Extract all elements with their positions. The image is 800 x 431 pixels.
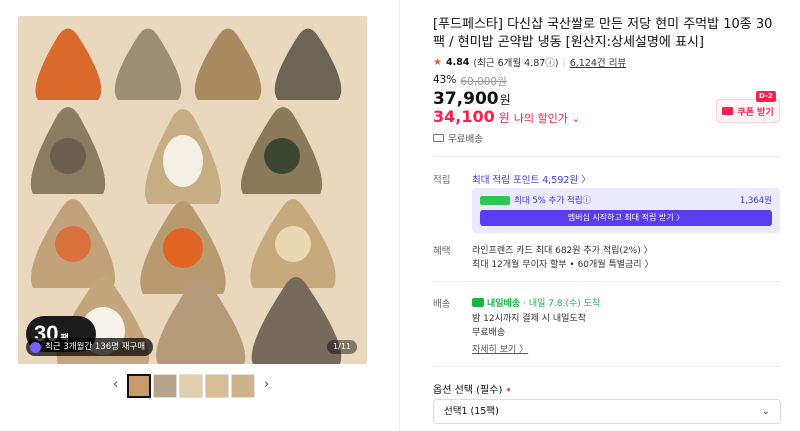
rice-ball	[114, 28, 182, 100]
rice-balls-photo	[30, 28, 342, 364]
rice-ball-filling	[163, 228, 203, 268]
discount-percent: 43%	[433, 74, 457, 86]
coupon-label: 쿠폰 받기	[737, 107, 774, 118]
option-label: 옵션 선택 (필수) •	[433, 385, 512, 396]
sale-price: 37,900원	[433, 89, 511, 109]
delivery-cutoff: 밤 12시까지 결제 시 내일도착	[472, 314, 586, 324]
thumbnail-4[interactable]	[205, 374, 229, 398]
delivery-fee: 무료배송	[472, 328, 506, 338]
review-count-link[interactable]: 6,124건 리뷰	[570, 55, 626, 69]
coupon-icon	[722, 107, 734, 115]
membership-amount: 1,364원	[739, 196, 772, 206]
membership-box: 최대 5% 추가 적립ⓘ 1,364원 멤버십 시작하고 최대 적립 받기 〉	[472, 188, 780, 233]
card-benefit-link[interactable]: 라인프렌즈 카드 최대 682원 추가 적립(2%) 〉	[472, 243, 653, 256]
rating-separator: |	[562, 56, 566, 68]
rice-ball-filling	[50, 138, 86, 174]
free-shipping-text: 무료배송	[448, 134, 483, 145]
divider	[433, 156, 781, 157]
rice-ball-filling	[264, 138, 300, 174]
divider	[433, 366, 781, 367]
benefits-label: 혜택	[433, 246, 451, 257]
repurchase-text: 최근 3개월간 136명 재구매	[45, 342, 146, 352]
my-price-value: 34,100	[433, 107, 495, 126]
divider	[433, 281, 781, 282]
rice-ball-filling	[163, 135, 203, 187]
product-main-image[interactable]: 30팩 최근 3개월간 136명 재구매 1/11	[18, 16, 367, 364]
column-divider	[399, 0, 400, 431]
rice-ball	[274, 28, 342, 100]
rating-recent[interactable]: (최근 6개월 4.87ⓘ)	[473, 55, 558, 69]
membership-extra: 최대 5% 추가 적립ⓘ	[514, 196, 592, 206]
option-select[interactable]: 선택1 (15팩) ⌄	[433, 399, 781, 424]
chevron-left-icon[interactable]: ‹	[113, 377, 118, 392]
image-counter: 1/11	[327, 340, 357, 354]
tomorrow-delivery-badge: 내일배송 · 내일 7.8.(수) 도착	[472, 296, 600, 309]
rating-row: ★ 4.84 (최근 6개월 4.87ⓘ) | 6,124건 리뷰	[433, 55, 626, 70]
star-icon: ★	[433, 56, 442, 68]
discount-row: 43% 60,000원	[433, 74, 507, 89]
original-price: 60,000원	[460, 76, 507, 88]
coupon-dday-badge: D-2	[756, 91, 776, 102]
rice-ball	[194, 28, 262, 100]
membership-row: 최대 5% 추가 적립ⓘ 1,364원	[480, 194, 772, 206]
naver-membership-icon	[480, 196, 510, 205]
free-shipping-summary: 무료배송	[433, 131, 483, 145]
thumbnail-2[interactable]	[153, 374, 177, 398]
rating-score: 4.84	[445, 56, 470, 68]
shipping-label: 배송	[433, 299, 451, 310]
rice-ball-filling	[275, 226, 311, 262]
my-price-label: 나의 할인가 ⌄	[513, 112, 581, 125]
chevron-right-icon[interactable]: ›	[264, 377, 269, 392]
max-points-link[interactable]: 최대 적립 포인트 4,592원 〉	[472, 172, 591, 186]
rice-ball-filling	[55, 226, 91, 262]
product-title: [푸드페스타] 다신샵 국산쌀로 만든 저당 현미 주먹밥 10종 30팩 / …	[433, 17, 773, 50]
thumbnail-3[interactable]	[179, 374, 203, 398]
repurchase-badge: 최근 3개월간 136명 재구매	[26, 338, 154, 356]
delivery-date: · 내일 7.8.(수) 도착	[523, 299, 601, 309]
coupon-button[interactable]: 쿠폰 받기	[716, 99, 780, 123]
truck-icon	[433, 134, 444, 142]
repurchase-icon	[30, 341, 41, 353]
chevron-down-icon: ⌄	[761, 406, 770, 417]
option-selected-value: 선택1 (15팩)	[444, 406, 499, 417]
installment-benefit-link[interactable]: 최대 12개월 무이자 할부 • 60개월 특별금리 〉	[472, 257, 653, 270]
delivery-type: 내일배송	[487, 299, 521, 309]
delivery-icon	[472, 298, 484, 307]
rice-ball	[35, 28, 102, 100]
membership-start-button[interactable]: 멤버십 시작하고 최대 적립 받기 〉	[480, 210, 772, 226]
thumbnail-1[interactable]	[127, 374, 151, 398]
points-label: 적립	[433, 175, 451, 186]
shipping-detail-link[interactable]: 자세히 보기 〉	[472, 342, 528, 355]
thumbnail-5[interactable]	[231, 374, 255, 398]
thumbnail-strip	[127, 374, 255, 398]
my-price-unit: 원	[498, 111, 510, 125]
my-discount-price[interactable]: 34,100 원 나의 할인가 ⌄	[433, 107, 581, 126]
